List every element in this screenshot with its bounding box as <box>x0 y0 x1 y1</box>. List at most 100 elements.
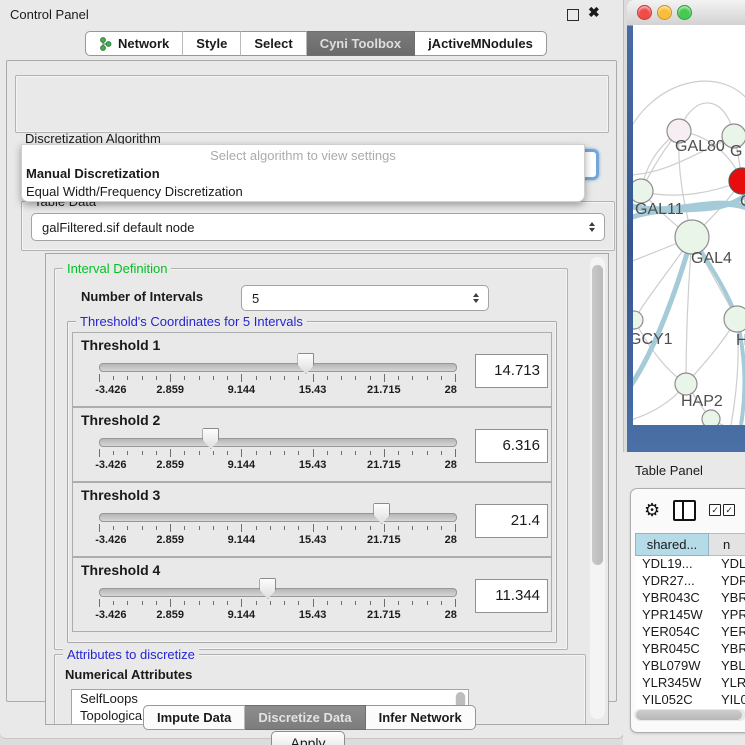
close-icon[interactable]: ✖ <box>588 4 600 21</box>
settings-vertical-scrollbar[interactable] <box>590 257 605 719</box>
tab-network[interactable]: Network <box>85 31 183 56</box>
table-row[interactable]: YBL079WYBL0 <box>635 658 745 675</box>
cell-name[interactable]: YPR1 <box>715 607 745 624</box>
slider-tick <box>142 526 143 530</box>
threshold-slider[interactable] <box>99 513 457 522</box>
split-columns-icon[interactable] <box>673 500 696 521</box>
cell-name[interactable]: YLR3 <box>715 675 745 692</box>
cell-name[interactable]: YIL0 <box>715 692 745 709</box>
column-header-shared-name[interactable]: shared... <box>635 533 709 556</box>
dropdown-placeholder-item[interactable]: Select algorithm to view settings <box>22 145 584 165</box>
network-canvas[interactable]: GAL80GCGAL11GAL4GCY1HHAP2 <box>633 25 745 425</box>
threshold-slider[interactable] <box>99 438 457 447</box>
cell-shared-name[interactable]: YBR045C <box>635 641 715 658</box>
table-horizontal-scrollbar[interactable] <box>634 709 745 721</box>
zoom-button[interactable] <box>677 5 692 20</box>
slider-tick <box>398 376 399 380</box>
checkbox-icon: ✓ <box>709 504 721 516</box>
threshold-slider[interactable] <box>99 588 457 597</box>
stepper-arrows-icon <box>468 293 484 303</box>
threshold-value-field[interactable]: 14.713 <box>475 354 548 388</box>
table-row[interactable]: YLR345WYLR3 <box>635 675 745 692</box>
cell-shared-name[interactable]: YER054C <box>635 624 715 641</box>
network-icon <box>99 37 112 51</box>
cell-shared-name[interactable]: YBL079W <box>635 658 715 675</box>
network-node-label: H <box>736 332 745 349</box>
tab-impute-data[interactable]: Impute Data <box>143 705 245 730</box>
tab-label: jActiveMNodules <box>428 36 533 51</box>
column-header-name[interactable]: n <box>709 533 745 556</box>
minimize-button[interactable] <box>657 5 672 20</box>
network-node[interactable] <box>633 179 653 203</box>
slider-tick <box>170 599 171 607</box>
tab-cyni-toolbox[interactable]: Cyni Toolbox <box>307 31 415 56</box>
cell-name[interactable]: YDL1 <box>715 556 745 573</box>
slider-tick <box>127 376 128 380</box>
slider-tick <box>113 601 114 605</box>
threshold-slider[interactable] <box>99 363 457 372</box>
scale-tick-label: 9.144 <box>228 384 256 396</box>
tab-jactivemnodules[interactable]: jActiveMNodules <box>415 31 547 56</box>
cell-shared-name[interactable]: YDL19... <box>635 556 715 573</box>
table-row[interactable]: YBR045CYBR0 <box>635 641 745 658</box>
cell-shared-name[interactable]: YIL052C <box>635 692 715 709</box>
float-window-icon[interactable] <box>567 9 579 21</box>
threshold-value-field[interactable]: 21.4 <box>475 504 548 538</box>
threshold-value-field[interactable]: 6.316 <box>475 429 548 463</box>
table-panel-title: Table Panel <box>635 463 703 478</box>
slider-tick <box>156 601 157 605</box>
slider-tick <box>398 601 399 605</box>
table-row[interactable]: YDR27...YDR2 <box>635 573 745 590</box>
cell-shared-name[interactable]: YDR27... <box>635 573 715 590</box>
slider-tick <box>184 526 185 530</box>
apply-button[interactable]: Apply <box>271 731 345 745</box>
table-row[interactable]: YBR043CYBR0 <box>635 590 745 607</box>
cell-name[interactable]: YBL0 <box>715 658 745 675</box>
cell-shared-name[interactable]: YPR145W <box>635 607 715 624</box>
dropdown-option-equal-width-frequency[interactable]: Equal Width/Frequency Discretization <box>22 183 584 201</box>
cell-shared-name[interactable]: YBR043C <box>635 590 715 607</box>
scrollbar-thumb[interactable] <box>592 265 603 565</box>
slider-tick <box>327 376 328 380</box>
scrollbar-thumb[interactable] <box>636 710 742 720</box>
scale-tick-label: 9.144 <box>228 609 256 621</box>
tab-infer-network[interactable]: Infer Network <box>366 705 476 730</box>
network-node[interactable] <box>724 306 745 332</box>
slider-tick <box>427 376 428 380</box>
number-of-intervals-combobox[interactable]: 5 <box>241 285 489 311</box>
tab-label: Network <box>118 36 169 51</box>
gear-icon[interactable]: ⚙ <box>644 501 660 519</box>
table-data-combobox[interactable]: galFiltered.sif default node <box>31 213 605 241</box>
slider-tick <box>199 526 200 530</box>
select-columns-icon[interactable]: ✓ ✓ <box>709 504 735 516</box>
cell-name[interactable]: YDR2 <box>715 573 745 590</box>
cell-shared-name[interactable]: YLR345W <box>635 675 715 692</box>
network-node[interactable] <box>633 311 643 329</box>
slider-tick <box>355 526 356 530</box>
slider-tick <box>156 451 157 455</box>
table-row[interactable]: YPR145WYPR1 <box>635 607 745 624</box>
slider-tick <box>427 526 428 530</box>
network-node[interactable] <box>675 373 697 395</box>
cell-name[interactable]: YER0 <box>715 624 745 641</box>
close-button[interactable] <box>637 5 652 20</box>
network-node[interactable] <box>729 168 745 194</box>
cell-name[interactable]: YBR0 <box>715 590 745 607</box>
slider-tick <box>341 601 342 605</box>
table-row[interactable]: YIL052CYIL0 <box>635 692 745 709</box>
threshold-label: Threshold 3 <box>81 487 160 503</box>
network-node[interactable] <box>702 410 720 425</box>
slider-tick <box>227 601 228 605</box>
slider-tick <box>199 376 200 380</box>
tab-select[interactable]: Select <box>241 31 306 56</box>
threshold-value-field[interactable]: 11.344 <box>475 579 548 613</box>
table-row[interactable]: YER054CYER0 <box>635 624 745 641</box>
tab-style[interactable]: Style <box>183 31 241 56</box>
tab-label: Style <box>196 36 227 51</box>
cell-name[interactable]: YBR0 <box>715 641 745 658</box>
tab-discretize-data[interactable]: Discretize Data <box>245 705 365 730</box>
network-node[interactable] <box>675 220 709 254</box>
table-row[interactable]: YDL19...YDL1 <box>635 556 745 573</box>
slider-ticks <box>99 449 455 458</box>
dropdown-option-manual-discretization[interactable]: Manual Discretization <box>22 165 584 183</box>
